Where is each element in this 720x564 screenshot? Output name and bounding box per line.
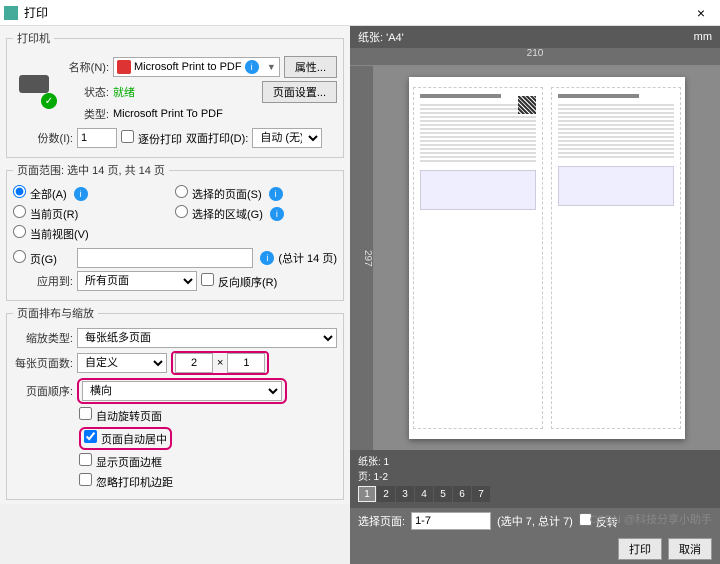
window-title: 打印 <box>24 4 686 21</box>
preview-area <box>374 66 720 450</box>
qr-icon <box>518 96 536 114</box>
ignore-margin-checkbox[interactable]: 忽略打印机边距 <box>79 473 173 490</box>
layout-legend: 页面排布与缩放 <box>13 305 98 321</box>
watermark: CSDN @科技分享小助手 <box>590 511 712 527</box>
paper-label: 纸张: 'A4' <box>358 29 404 45</box>
page-nav-2[interactable]: 2 <box>377 486 395 502</box>
radio-current-view[interactable]: 当前视图(V) <box>13 225 89 242</box>
printer-name-label: 名称(N): <box>59 59 109 75</box>
info-icon[interactable]: i <box>270 207 284 221</box>
page-preview <box>409 77 685 439</box>
info-icon[interactable]: i <box>245 60 259 74</box>
status-value: 就绪 <box>113 84 135 100</box>
pages-input[interactable] <box>77 248 253 268</box>
per-sheet-select[interactable]: 自定义 <box>77 353 167 373</box>
collate-checkbox[interactable]: 逐份打印 <box>121 130 182 147</box>
per-sheet-label: 每张页面数: <box>13 355 73 371</box>
page-nav: 1 2 3 4 5 6 7 <box>358 486 712 502</box>
zoom-type-label: 缩放类型: <box>13 330 73 346</box>
printer-legend: 打印机 <box>13 30 54 46</box>
grid-highlight: × <box>171 351 269 375</box>
ruler-height: 297 <box>362 250 373 267</box>
radio-all[interactable]: 全部(A) <box>13 185 67 202</box>
order-label: 页面顺序: <box>13 383 73 399</box>
app-icon <box>4 6 18 20</box>
radio-pages[interactable]: 页(G) <box>13 250 73 267</box>
ruler-width: 210 <box>527 48 544 59</box>
select-page-input[interactable] <box>411 512 491 530</box>
show-border-checkbox[interactable]: 显示页面边框 <box>79 453 162 470</box>
apply-to-select[interactable]: 所有页面 <box>77 271 197 291</box>
status-label: 状态: <box>59 84 109 100</box>
page-nav-4[interactable]: 4 <box>415 486 433 502</box>
page-span: 页: 1-2 <box>358 468 712 483</box>
printer-select[interactable]: Microsoft Print to PDF i ▼ <box>113 57 280 77</box>
select-total: (选中 7, 总计 7) <box>497 513 573 529</box>
range-legend: 页面范围: 选中 14 页, 共 14 页 <box>13 162 169 178</box>
print-button[interactable]: 打印 <box>618 538 662 560</box>
properties-button[interactable]: 属性... <box>284 56 337 78</box>
page-nav-7[interactable]: 7 <box>472 486 490 502</box>
page-setup-button[interactable]: 页面设置... <box>262 81 337 103</box>
page-nav-6[interactable]: 6 <box>453 486 471 502</box>
copies-input[interactable] <box>77 128 117 148</box>
order-select[interactable]: 横向 <box>82 381 282 401</box>
radio-select-area[interactable]: 选择的区域(G) <box>175 205 263 222</box>
radio-current[interactable]: 当前页(R) <box>13 205 78 222</box>
copies-label: 份数(I): <box>13 130 73 146</box>
paper-count: 纸张: 1 <box>358 453 712 468</box>
cancel-button[interactable]: 取消 <box>668 538 712 560</box>
auto-rotate-checkbox[interactable]: 自动旋转页面 <box>79 407 162 424</box>
page-nav-3[interactable]: 3 <box>396 486 414 502</box>
zoom-type-select[interactable]: 每张纸多页面 <box>77 328 337 348</box>
rows-input[interactable] <box>227 353 265 373</box>
order-highlight: 横向 <box>77 378 287 404</box>
type-value: Microsoft Print To PDF <box>113 108 223 120</box>
type-label: 类型: <box>59 106 109 122</box>
pdf-icon <box>117 60 131 74</box>
close-button[interactable]: × <box>686 5 716 21</box>
page-nav-5[interactable]: 5 <box>434 486 452 502</box>
page-nav-1[interactable]: 1 <box>358 486 376 502</box>
duplex-select[interactable]: 自动 (无) <box>252 128 322 148</box>
cols-input[interactable] <box>175 353 213 373</box>
reverse-order-checkbox[interactable]: 反向顺序(R) <box>201 273 277 290</box>
total-pages: (总计 14 页) <box>278 250 337 266</box>
info-icon[interactable]: i <box>74 187 88 201</box>
duplex-label: 双面打印(D): <box>186 130 248 146</box>
printer-icon <box>13 71 55 107</box>
apply-to-label: 应用到: <box>13 273 73 289</box>
center-highlight: 页面自动居中 <box>79 427 172 450</box>
auto-center-checkbox[interactable]: 页面自动居中 <box>84 430 167 447</box>
radio-selected-pages[interactable]: 选择的页面(S) <box>175 185 262 202</box>
chevron-down-icon: ▼ <box>267 62 276 72</box>
unit-label: mm <box>694 31 712 43</box>
info-icon[interactable]: i <box>269 187 283 201</box>
info-icon[interactable]: i <box>260 251 274 265</box>
select-page-label: 选择页面: <box>358 513 405 529</box>
